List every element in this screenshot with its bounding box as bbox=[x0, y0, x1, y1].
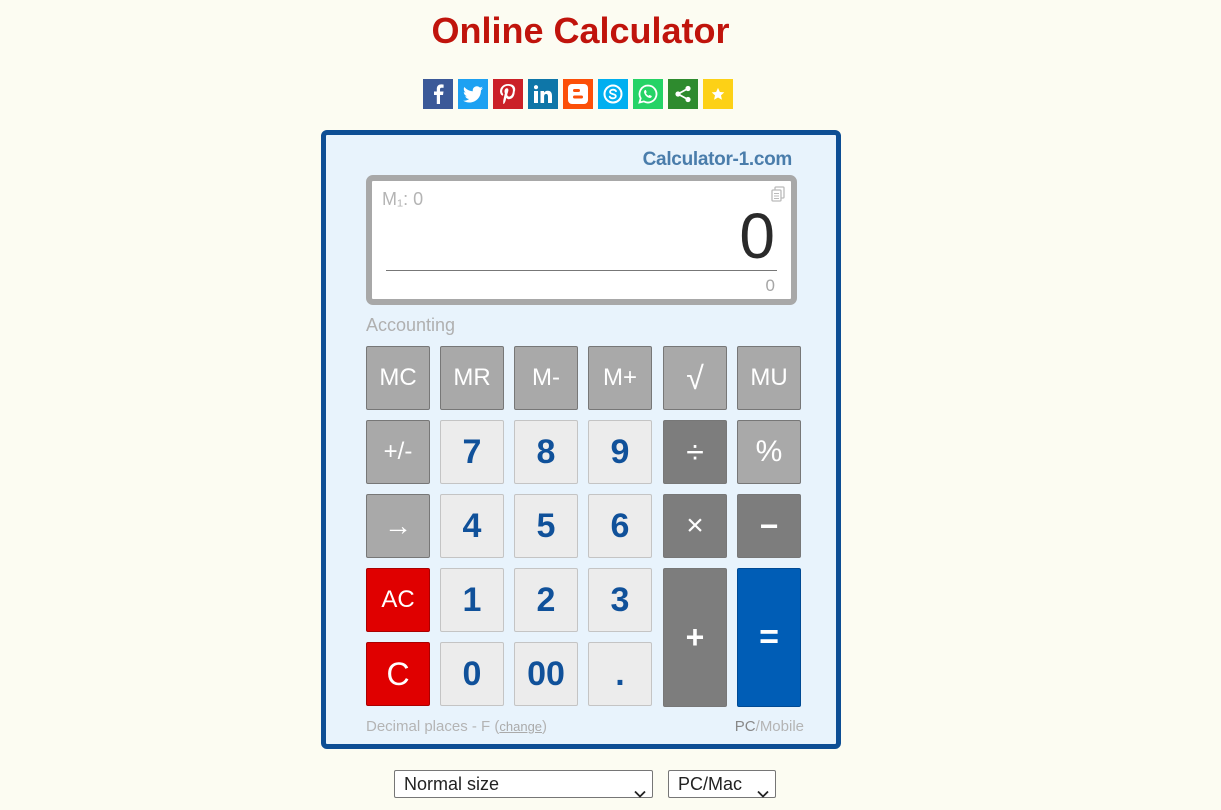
twitter-icon bbox=[463, 85, 483, 103]
minus-button[interactable]: − bbox=[737, 494, 801, 558]
sign-button[interactable]: +/- bbox=[366, 420, 430, 484]
mu-button[interactable]: MU bbox=[737, 346, 801, 410]
facebook-button[interactable] bbox=[423, 79, 453, 109]
size-select[interactable]: Normal size bbox=[394, 770, 653, 798]
chevron-down-icon bbox=[634, 779, 646, 805]
share-bar bbox=[423, 79, 733, 109]
memory-indicator: M₁: 0 bbox=[382, 189, 424, 209]
equals-button[interactable]: = bbox=[737, 568, 801, 707]
calculator-brand[interactable]: Calculator-1.com bbox=[643, 149, 793, 171]
whatsapp-icon bbox=[638, 84, 658, 104]
mode-label: Accounting bbox=[366, 315, 456, 335]
decimal-places-info: Decimal places - F (change) bbox=[366, 718, 547, 735]
skype-icon bbox=[603, 84, 623, 104]
star-icon bbox=[711, 87, 725, 101]
display-subvalue: 0 bbox=[765, 276, 775, 295]
key-00[interactable]: 00 bbox=[514, 642, 578, 706]
key-8[interactable]: 8 bbox=[514, 420, 578, 484]
favorite-button[interactable] bbox=[703, 79, 733, 109]
facebook-icon bbox=[431, 84, 445, 104]
multiply-button[interactable]: × bbox=[663, 494, 727, 558]
divide-button[interactable]: ÷ bbox=[663, 420, 727, 484]
plus-button[interactable]: + bbox=[663, 568, 727, 707]
platform-select[interactable]: PC/Mac bbox=[668, 770, 776, 798]
display-divider bbox=[386, 270, 777, 271]
whatsapp-button[interactable] bbox=[633, 79, 663, 109]
platform-switch: PC/Mobile bbox=[735, 718, 804, 735]
key-5[interactable]: 5 bbox=[514, 494, 578, 558]
mr-button[interactable]: MR bbox=[440, 346, 504, 410]
calculator-display: M₁: 0 0 0 bbox=[366, 175, 797, 305]
key-7[interactable]: 7 bbox=[440, 420, 504, 484]
decimal-point-button[interactable]: . bbox=[588, 642, 652, 706]
backspace-button[interactable]: → bbox=[366, 494, 430, 558]
m-minus-button[interactable]: M- bbox=[514, 346, 578, 410]
key-0[interactable]: 0 bbox=[440, 642, 504, 706]
key-4[interactable]: 4 bbox=[440, 494, 504, 558]
share-icon bbox=[674, 85, 692, 103]
key-2[interactable]: 2 bbox=[514, 568, 578, 632]
twitter-button[interactable] bbox=[458, 79, 488, 109]
pc-link[interactable]: PC bbox=[735, 718, 756, 735]
linkedin-button[interactable] bbox=[528, 79, 558, 109]
pinterest-button[interactable] bbox=[493, 79, 523, 109]
m-plus-button[interactable]: M+ bbox=[588, 346, 652, 410]
key-3[interactable]: 3 bbox=[588, 568, 652, 632]
paren-close: ) bbox=[542, 718, 548, 735]
display-value: 0 bbox=[739, 200, 775, 272]
all-clear-button[interactable]: AC bbox=[366, 568, 430, 632]
sqrt-button[interactable]: √ bbox=[663, 346, 727, 410]
page-title: Online Calculator bbox=[431, 10, 730, 51]
skype-button[interactable] bbox=[598, 79, 628, 109]
platform-select-value: PC/Mac bbox=[678, 774, 743, 794]
clear-button[interactable]: C bbox=[366, 642, 430, 706]
key-1[interactable]: 1 bbox=[440, 568, 504, 632]
pinterest-icon bbox=[500, 84, 516, 104]
blogger-button[interactable] bbox=[563, 79, 593, 109]
linkedin-icon bbox=[534, 85, 552, 103]
percent-button[interactable]: % bbox=[737, 420, 801, 484]
key-9[interactable]: 9 bbox=[588, 420, 652, 484]
mobile-link[interactable]: Mobile bbox=[760, 718, 804, 735]
chevron-down-icon bbox=[757, 779, 769, 805]
decimal-places-label: Decimal places - F bbox=[366, 718, 491, 735]
blogger-icon bbox=[568, 84, 588, 104]
share-button[interactable] bbox=[668, 79, 698, 109]
size-select-value: Normal size bbox=[404, 774, 500, 794]
mc-button[interactable]: MC bbox=[366, 346, 430, 410]
change-decimal-link[interactable]: change bbox=[499, 719, 542, 734]
key-6[interactable]: 6 bbox=[588, 494, 652, 558]
calculator: Calculator-1.com M₁: 0 0 0 Accounting MC… bbox=[321, 130, 841, 749]
